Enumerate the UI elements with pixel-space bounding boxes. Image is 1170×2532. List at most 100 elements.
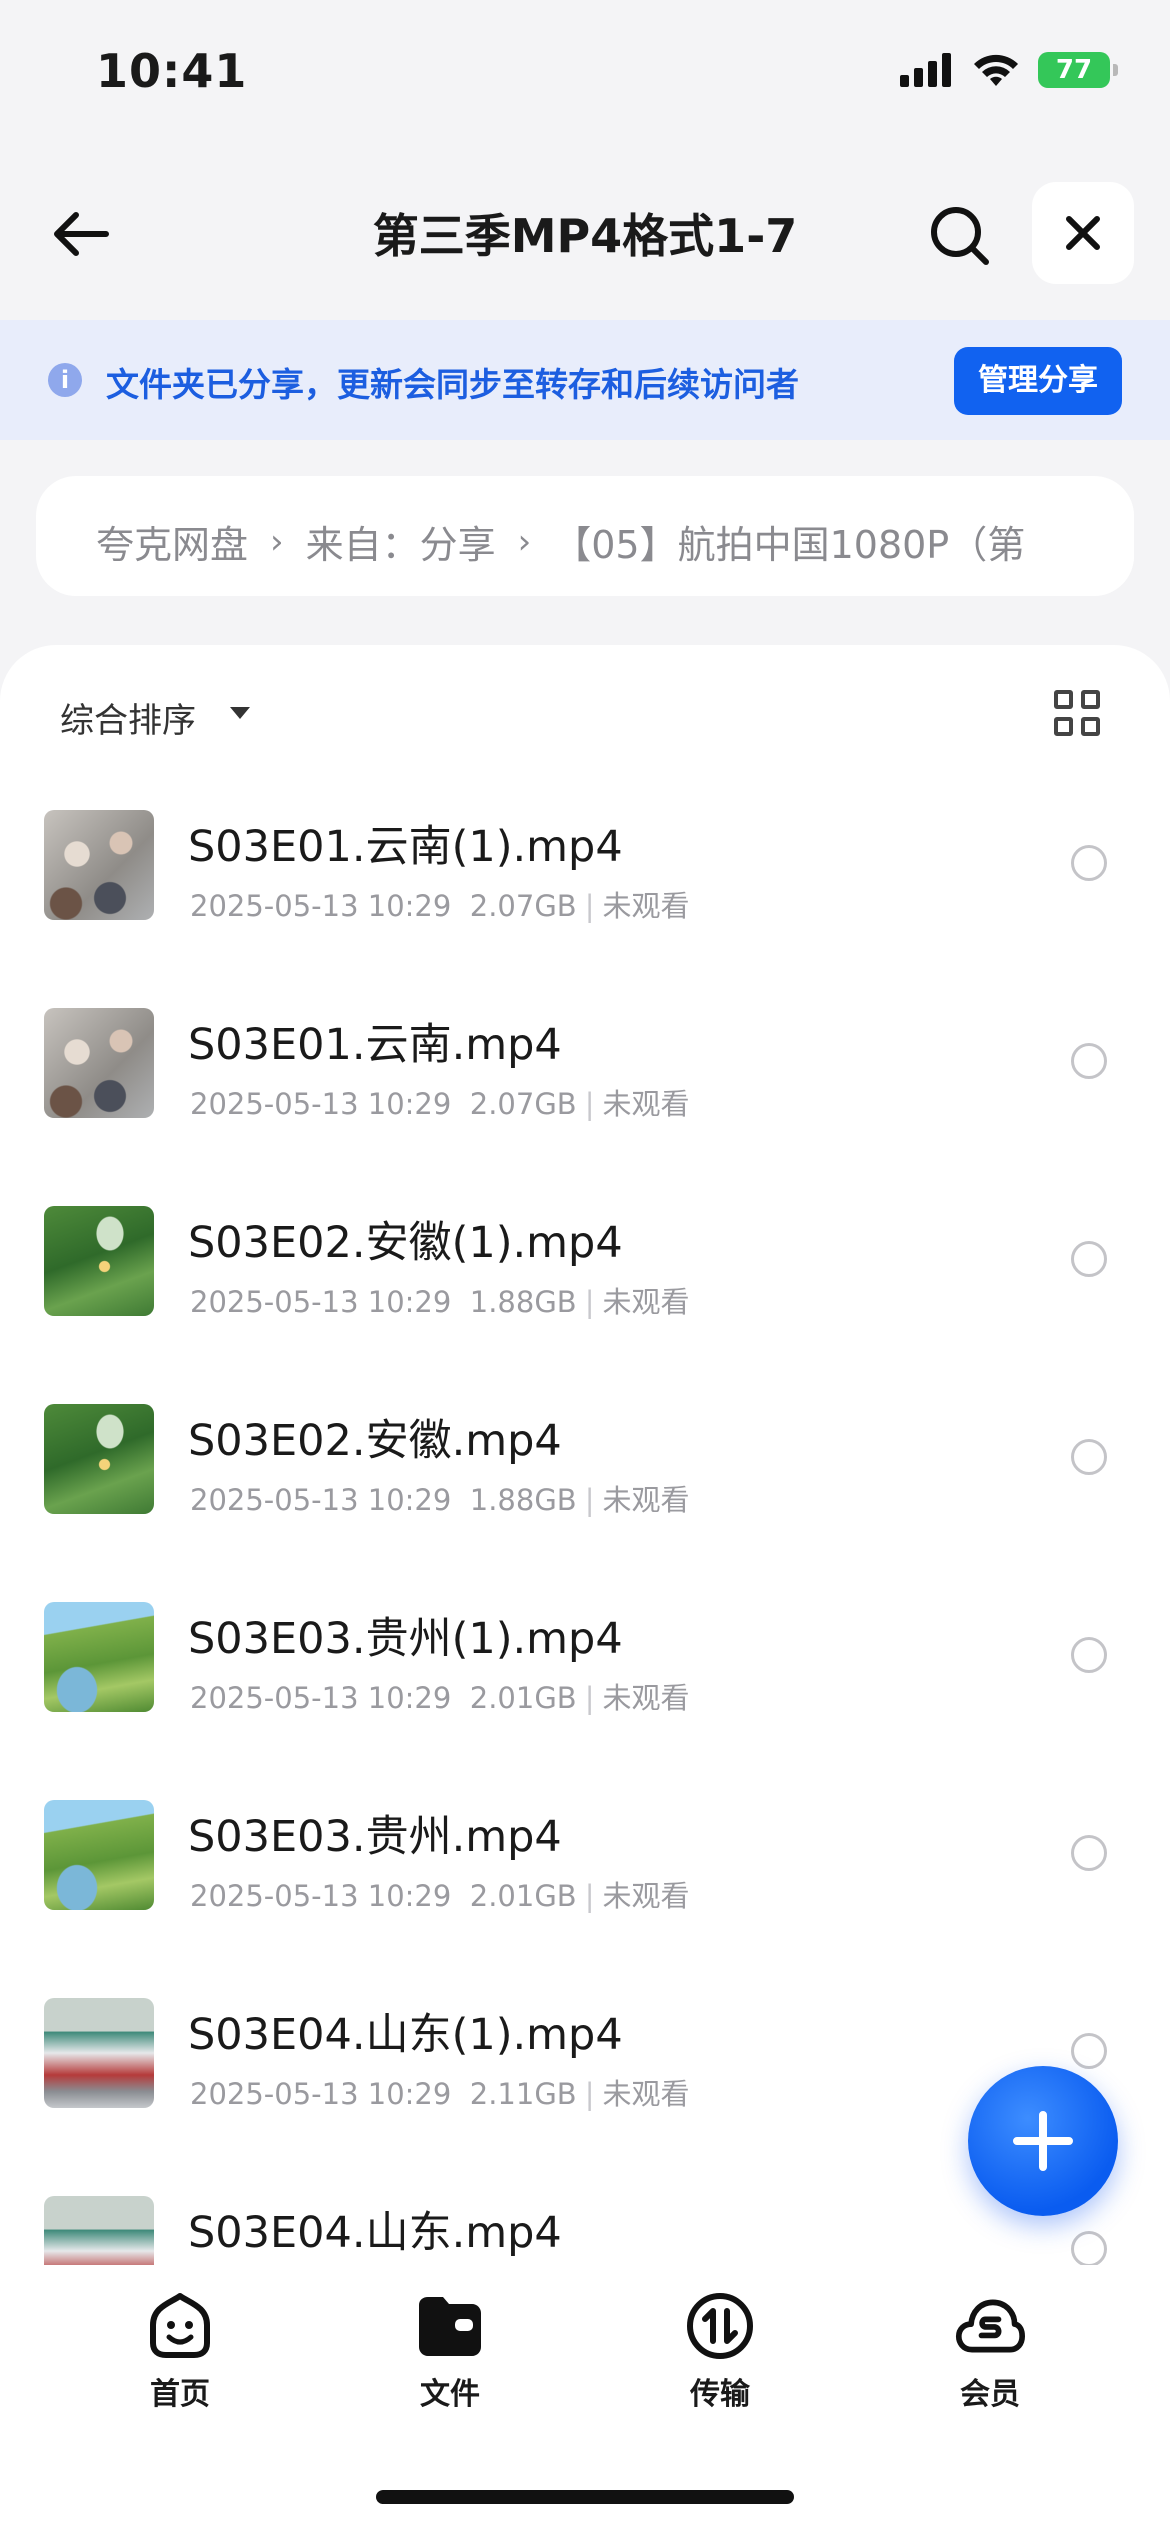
add-button[interactable]	[968, 2066, 1118, 2216]
breadcrumb: 夸克网盘 › 来自：分享 › 【05】航拍中国1080P（第	[36, 476, 1134, 596]
smiley-home-icon	[145, 2291, 215, 2361]
tab-files[interactable]: 文件	[350, 2291, 550, 2421]
tab-label: 文件	[420, 2377, 480, 2412]
file-list-card: 综合排序 S03E01.云南(1).mp4 2025-05-13 10:29 2…	[0, 645, 1170, 2265]
file-meta: 2025-05-13 10:29 2.01GB | 未观看	[190, 1879, 690, 1913]
file-date: 2025-05-13 10:29	[190, 1285, 452, 1319]
video-thumbnail	[44, 810, 154, 920]
status-bar: 10:41 77	[0, 0, 1170, 150]
file-date: 2025-05-13 10:29	[190, 1879, 452, 1913]
file-name: S03E02.安徽(1).mp4	[188, 1218, 623, 1268]
nav-bar: 第三季MP4格式1-7	[0, 170, 1170, 294]
video-thumbnail	[44, 1602, 154, 1712]
tab-label: 会员	[960, 2377, 1020, 2412]
watch-status: 未观看	[602, 1285, 690, 1319]
select-radio[interactable]	[1071, 845, 1107, 881]
battery-icon: 77	[1038, 52, 1118, 88]
watch-status: 未观看	[602, 1087, 690, 1121]
search-button[interactable]	[918, 194, 1002, 278]
file-size: 2.11GB	[469, 2077, 577, 2111]
caret-down-icon[interactable]	[230, 707, 250, 719]
tab-label: 首页	[150, 2377, 210, 2412]
sort-dropdown[interactable]: 综合排序	[60, 693, 196, 742]
file-name: S03E04.山东.mp4	[188, 2208, 562, 2258]
watch-status: 未观看	[602, 1681, 690, 1715]
video-thumbnail	[44, 1008, 154, 1118]
select-radio[interactable]	[1071, 1241, 1107, 1277]
file-row[interactable]: S03E02.安徽.mp4 2025-05-13 10:29 1.88GB | 未观…	[0, 1404, 1170, 1602]
breadcrumb-item-share[interactable]: 来自：分享	[306, 514, 496, 569]
select-radio[interactable]	[1071, 1637, 1107, 1673]
breadcrumb-item-folder[interactable]: 【05】航拍中国1080P（第	[553, 514, 1025, 569]
info-icon: i	[48, 363, 82, 397]
tab-member[interactable]: 会员	[890, 2291, 1090, 2421]
plus-icon	[1013, 2111, 1073, 2171]
breadcrumb-item-root[interactable]: 夸克网盘	[96, 514, 248, 569]
grid-view-icon[interactable]	[1054, 690, 1100, 736]
file-name: S03E03.贵州(1).mp4	[188, 1614, 623, 1664]
chevron-right-icon: ›	[270, 521, 284, 562]
file-row[interactable]: S03E03.贵州.mp4 2025-05-13 10:29 2.01GB | 未观…	[0, 1800, 1170, 1998]
search-icon	[931, 207, 989, 265]
file-meta: 2025-05-13 10:29 1.88GB | 未观看	[190, 1285, 690, 1319]
watch-status: 未观看	[602, 1483, 690, 1517]
file-row[interactable]: S03E02.安徽(1).mp4 2025-05-13 10:29 1.88GB…	[0, 1206, 1170, 1404]
file-date: 2025-05-13 10:29	[190, 2077, 452, 2111]
video-thumbnail	[44, 1404, 154, 1514]
share-banner-text: 文件夹已分享，更新会同步至转存和后续访问者	[106, 365, 799, 404]
file-name: S03E04.山东(1).mp4	[188, 2010, 623, 2060]
file-date: 2025-05-13 10:29	[190, 889, 452, 923]
file-size: 2.07GB	[469, 889, 577, 923]
file-meta: 2025-05-13 10:29 2.07GB | 未观看	[190, 889, 690, 923]
manage-share-button[interactable]: 管理分享	[954, 347, 1122, 415]
close-icon	[1066, 216, 1100, 250]
file-date: 2025-05-13 10:29	[190, 1681, 452, 1715]
file-name: S03E01.云南.mp4	[188, 1020, 562, 1070]
transfer-icon	[685, 2291, 755, 2361]
watch-status: 未观看	[602, 889, 690, 923]
select-radio[interactable]	[1071, 2033, 1107, 2069]
select-radio[interactable]	[1071, 2231, 1107, 2265]
file-size: 2.07GB	[469, 1087, 577, 1121]
file-meta: 2025-05-13 10:29 2.07GB | 未观看	[190, 1087, 690, 1121]
file-name: S03E01.云南(1).mp4	[188, 822, 623, 872]
close-button[interactable]	[1032, 182, 1134, 284]
file-date: 2025-05-13 10:29	[190, 1087, 452, 1121]
tab-transfer[interactable]: 传输	[620, 2291, 820, 2421]
wifi-icon	[974, 54, 1018, 86]
breadcrumb-fade	[1064, 476, 1134, 596]
folder-icon	[415, 2291, 485, 2361]
member-cloud-icon	[955, 2291, 1025, 2361]
file-row[interactable]: S03E01.云南(1).mp4 2025-05-13 10:29 2.07GB…	[0, 810, 1170, 1008]
file-row[interactable]: S03E03.贵州(1).mp4 2025-05-13 10:29 2.01GB…	[0, 1602, 1170, 1800]
video-thumbnail	[44, 1800, 154, 1910]
status-time: 10:41	[96, 44, 248, 98]
file-meta: 2025-05-13 10:29 2.01GB | 未观看	[190, 1681, 690, 1715]
select-radio[interactable]	[1071, 1043, 1107, 1079]
select-radio[interactable]	[1071, 1439, 1107, 1475]
file-size: 1.88GB	[469, 1483, 577, 1517]
video-thumbnail	[44, 2196, 154, 2265]
watch-status: 未观看	[602, 2077, 690, 2111]
cellular-signal-icon	[900, 53, 951, 87]
home-indicator	[376, 2490, 794, 2504]
file-meta: 2025-05-13 10:29 2.11GB | 未观看	[190, 2077, 690, 2111]
tab-label: 传输	[690, 2377, 750, 2412]
file-meta: 2025-05-13 10:29 1.88GB | 未观看	[190, 1483, 690, 1517]
share-banner: i 文件夹已分享，更新会同步至转存和后续访问者 管理分享	[0, 320, 1170, 440]
file-size: 2.01GB	[469, 1681, 577, 1715]
file-date: 2025-05-13 10:29	[190, 1483, 452, 1517]
watch-status: 未观看	[602, 1879, 690, 1913]
chevron-right-icon: ›	[517, 521, 532, 562]
select-radio[interactable]	[1071, 1835, 1107, 1871]
video-thumbnail	[44, 1998, 154, 2108]
video-thumbnail	[44, 1206, 154, 1316]
status-icons: 77	[900, 52, 1118, 88]
file-name: S03E03.贵州.mp4	[188, 1812, 562, 1862]
file-row[interactable]: S03E04.山东.mp4	[0, 2196, 1170, 2265]
file-size: 1.88GB	[469, 1285, 577, 1319]
file-row[interactable]: S03E01.云南.mp4 2025-05-13 10:29 2.07GB | 未观…	[0, 1008, 1170, 1206]
file-size: 2.01GB	[469, 1879, 577, 1913]
file-name: S03E02.安徽.mp4	[188, 1416, 562, 1466]
tab-home[interactable]: 首页	[80, 2291, 280, 2421]
